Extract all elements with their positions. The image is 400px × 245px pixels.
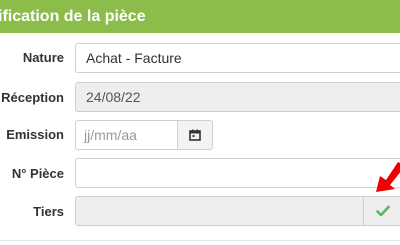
- emission-label: Emission: [6, 127, 64, 142]
- panel-header: ification de la pièce: [0, 0, 400, 33]
- nature-value: Achat - Facture: [86, 50, 182, 66]
- emission-placeholder: jj/mm/aa: [84, 127, 137, 143]
- emission-date-input[interactable]: jj/mm/aa: [75, 120, 178, 150]
- checkmark-icon: [376, 205, 390, 217]
- num-piece-label: N° Pièce: [11, 166, 64, 181]
- tiers-field[interactable]: [75, 196, 365, 226]
- reception-field: 24/08/22: [75, 82, 400, 112]
- reception-value: 24/08/22: [86, 89, 141, 105]
- calendar-button[interactable]: [177, 120, 213, 150]
- calendar-icon: [189, 129, 201, 141]
- num-piece-input[interactable]: [75, 158, 400, 188]
- reception-label: Réception: [1, 90, 64, 105]
- nature-field[interactable]: Achat - Facture: [75, 43, 400, 73]
- tiers-validate-button[interactable]: [363, 196, 400, 226]
- red-arrow-pointer: [376, 162, 400, 192]
- nature-label: Nature: [22, 50, 64, 65]
- bottom-divider: [0, 240, 400, 241]
- tiers-label: Tiers: [33, 204, 64, 219]
- panel-title: ification de la pièce: [0, 8, 146, 25]
- emission-date-group: jj/mm/aa: [75, 120, 213, 150]
